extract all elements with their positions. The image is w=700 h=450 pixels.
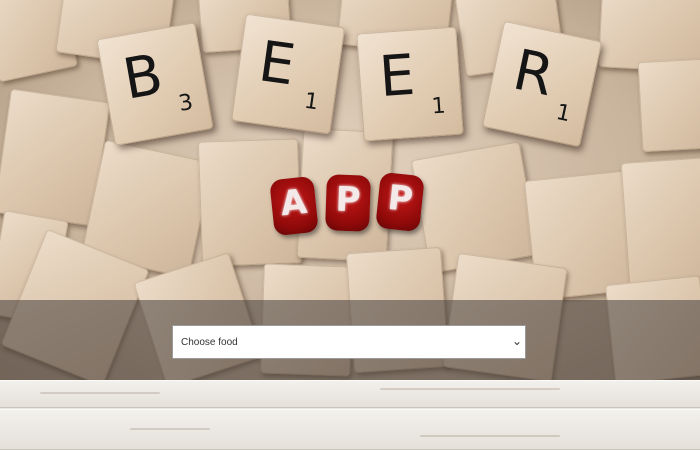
chevron-down-icon: ⌄ [511, 334, 522, 348]
wood-grain [420, 435, 560, 437]
tile-letter: E [377, 42, 418, 111]
app-tile: A [269, 175, 319, 237]
plank [0, 409, 700, 450]
letter-tile-e: E 1 [230, 13, 346, 135]
wood-plank-footer [0, 380, 700, 450]
wood-grain [40, 392, 160, 394]
food-select[interactable]: Choose food ⌄ [172, 325, 526, 359]
letter-tile-e: E 1 [356, 26, 464, 142]
wood-tile [620, 157, 700, 288]
app-tile: P [375, 171, 425, 233]
letter-tile-r: R 1 [481, 20, 603, 148]
tile-letter: E [254, 29, 300, 99]
wood-grain [130, 428, 210, 430]
app-letter: P [385, 177, 415, 221]
wood-grain [380, 388, 560, 390]
food-select-value: Choose food [181, 337, 238, 348]
app-letter: A [278, 181, 309, 225]
plank [0, 380, 700, 408]
tile-letter: R [507, 37, 560, 110]
app-tile: P [325, 174, 371, 232]
tile-score: 1 [430, 93, 447, 120]
tile-letter: B [118, 42, 168, 113]
tile-score: 3 [176, 89, 195, 117]
app-logo: A P P [266, 171, 426, 237]
app-letter: P [334, 179, 362, 221]
wood-tile [637, 57, 700, 153]
tile-score: 1 [302, 88, 320, 116]
tile-score: 1 [553, 99, 573, 128]
letter-tile-b: B 3 [96, 22, 214, 146]
